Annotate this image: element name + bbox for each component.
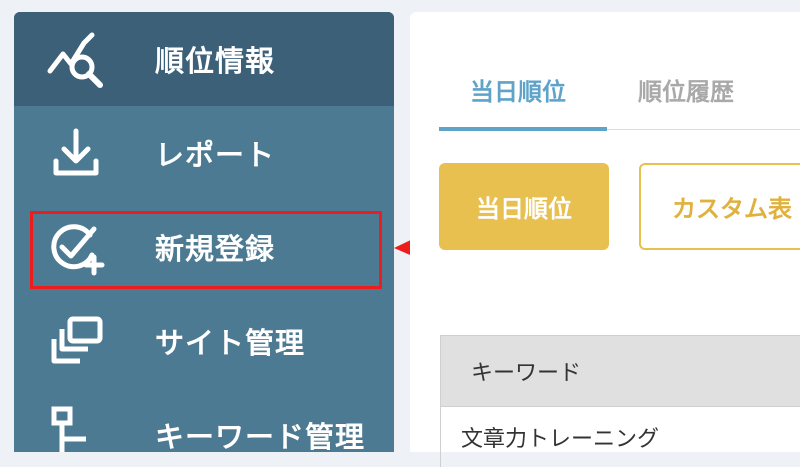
custom-view-button[interactable]: カスタム表 (639, 163, 800, 250)
keyword-tree-icon (51, 406, 86, 452)
annotation-highlight-box (30, 211, 382, 289)
table-header-keyword: キーワード (440, 335, 800, 407)
download-icon (53, 128, 99, 176)
sidebar-item-label: キーワード管理 (155, 420, 366, 452)
sidebar-item-report[interactable]: レポート (14, 106, 394, 200)
sidebar-item-label: レポート (155, 138, 276, 172)
sidebar-item-label: サイト管理 (155, 326, 306, 360)
rank-search-icon (47, 32, 103, 88)
table-row[interactable]: 文章力トレーニング (440, 407, 800, 467)
tab-active-underline (439, 127, 607, 131)
tab-today-rank[interactable]: 当日順位 (470, 72, 566, 107)
sidebar-item-keyword-management[interactable]: キーワード管理 (14, 388, 394, 452)
today-rank-button[interactable]: 当日順位 (439, 163, 609, 250)
tab-rank-history[interactable]: 順位履歴 (638, 72, 734, 107)
sidebar-item-label: 順位情報 (155, 44, 276, 78)
sidebar-item-site-management[interactable]: サイト管理 (14, 294, 394, 388)
sidebar-item-rank-info[interactable]: 順位情報 (14, 12, 394, 106)
sites-icon (51, 316, 103, 364)
